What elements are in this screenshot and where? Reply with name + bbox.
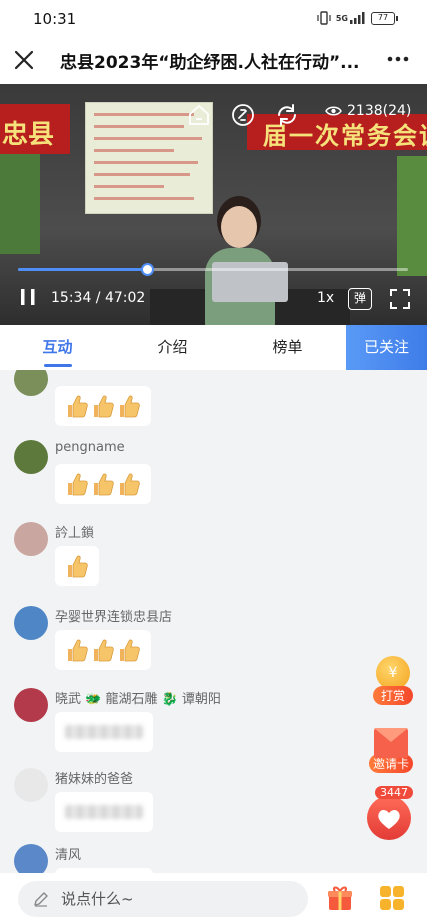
progress-bar[interactable] — [18, 263, 408, 276]
comment-item: 孕婴世界连锁忠县店 — [0, 606, 427, 684]
thumbs-up-icon — [117, 393, 141, 419]
gift-icon[interactable] — [326, 884, 354, 912]
thumbs-up-icon — [91, 637, 115, 663]
comment-item: 訡丄鎖 — [0, 522, 427, 600]
comment-bubble — [55, 630, 151, 670]
video-player[interactable]: 忠县 届一次常务会议 2138(24) 15:34 / 47:02 1x 弹 — [0, 84, 427, 325]
network-type: 5G — [335, 13, 348, 23]
blurred-comment — [65, 805, 143, 819]
input-placeholder: 说点什么~ — [61, 890, 134, 908]
eye-icon — [325, 106, 342, 116]
thumbs-up-icon — [117, 471, 141, 497]
comment-list[interactable]: pengname 訡丄鎖孕婴世界连锁忠县店晓武 🐲 龍湖石雕 🐉 谭朝阳 猪妹妹的爸… — [0, 370, 427, 873]
vibrate-icon — [317, 11, 331, 25]
comment-username: 猪妹妹的爸爸 — [55, 772, 134, 787]
avatar[interactable] — [14, 522, 48, 556]
battery-icon: 77 — [371, 11, 398, 25]
coin-icon: ¥ — [376, 656, 410, 690]
comment-username: 晓武 🐲 龍湖石雕 🐉 谭朝阳 — [55, 692, 221, 707]
comment-bubble — [55, 546, 99, 586]
refresh-icon[interactable] — [273, 101, 301, 129]
tab-ranking[interactable]: 榜单 — [230, 325, 345, 370]
like-count: 3447 — [375, 786, 413, 799]
avatar[interactable] — [14, 606, 48, 640]
wall-poster — [0, 154, 40, 254]
comment-item: 猪妹妹的爸爸 — [0, 768, 427, 846]
avatar[interactable] — [14, 688, 48, 722]
more-icon[interactable] — [385, 46, 411, 72]
pen-icon — [34, 892, 48, 907]
status-icons: 5G 77 — [317, 11, 398, 25]
danmu-toggle[interactable]: 弹 — [348, 288, 372, 310]
comment-input[interactable]: 说点什么~ — [18, 881, 308, 917]
link-icon[interactable] — [229, 101, 257, 129]
comment-username: 清风 — [55, 848, 82, 863]
progress-fill — [18, 268, 147, 271]
comment-bubble — [55, 712, 153, 752]
comment-username: 孕婴世界连锁忠县店 — [55, 610, 173, 625]
thumbs-up-icon — [65, 471, 89, 497]
comment-item: 清风 — [0, 844, 427, 873]
envelope-icon — [374, 728, 408, 758]
thumbs-up-icon — [65, 393, 89, 419]
comment-bubble — [55, 792, 153, 832]
apps-icon[interactable] — [378, 884, 406, 912]
home-icon[interactable] — [185, 101, 213, 129]
comment-item: 晓武 🐲 龍湖石雕 🐉 谭朝阳 — [0, 688, 427, 766]
tab-interaction[interactable]: 互动 — [0, 325, 115, 370]
like-button[interactable]: 3447 — [367, 786, 413, 842]
close-icon[interactable] — [10, 46, 38, 74]
bottom-bar: 说点什么~ — [0, 873, 427, 919]
blurred-comment — [65, 725, 143, 739]
title-bar: 忠县2023年“助企纾困.人社在行动”... — [0, 38, 427, 84]
comment-item: pengname — [0, 440, 427, 518]
time-separator: / — [91, 290, 105, 306]
viewer-count-text: 2138(24) — [347, 103, 412, 119]
tab-bar: 互动 介绍 榜单 已关注 — [0, 325, 427, 370]
thumbs-up-icon — [65, 553, 89, 579]
current-time: 15:34 — [51, 290, 92, 306]
banner-left: 忠县 — [0, 104, 70, 154]
pause-icon[interactable] — [17, 286, 39, 308]
play-time: 15:34 / 47:02 — [51, 290, 145, 306]
wall-poster-right — [397, 156, 427, 276]
comment-username: pengname — [55, 440, 125, 455]
heart-icon — [367, 796, 411, 840]
thumbs-up-icon — [91, 393, 115, 419]
avatar[interactable] — [14, 768, 48, 802]
tab-intro[interactable]: 介绍 — [115, 325, 230, 370]
progress-knob[interactable] — [140, 263, 154, 276]
signal-icon — [350, 12, 365, 24]
comment-username: 訡丄鎖 — [55, 526, 95, 541]
page-title: 忠县2023年“助企纾困.人社在行动”... — [60, 53, 360, 73]
thumbs-up-icon — [91, 471, 115, 497]
avatar[interactable] — [14, 440, 48, 474]
speed-button[interactable]: 1x — [317, 290, 334, 306]
thumbs-up-icon — [117, 637, 141, 663]
reward-button[interactable]: ¥ 打赏 — [373, 656, 413, 705]
thumbs-up-icon — [65, 637, 89, 663]
fullscreen-icon[interactable] — [389, 288, 411, 310]
status-time: 10:31 — [33, 10, 77, 28]
invite-card-button[interactable]: 邀请卡 — [369, 728, 413, 773]
follow-button[interactable]: 已关注 — [346, 325, 427, 370]
reward-label: 打赏 — [373, 686, 413, 705]
status-bar: 10:31 5G 77 — [0, 0, 427, 38]
comment-bubble — [55, 464, 151, 504]
comment-item — [0, 370, 427, 440]
comment-bubble — [55, 386, 151, 426]
viewer-count: 2138(24) — [325, 103, 411, 119]
avatar[interactable] — [14, 844, 48, 873]
avatar[interactable] — [14, 370, 48, 396]
total-time: 47:02 — [104, 290, 146, 306]
